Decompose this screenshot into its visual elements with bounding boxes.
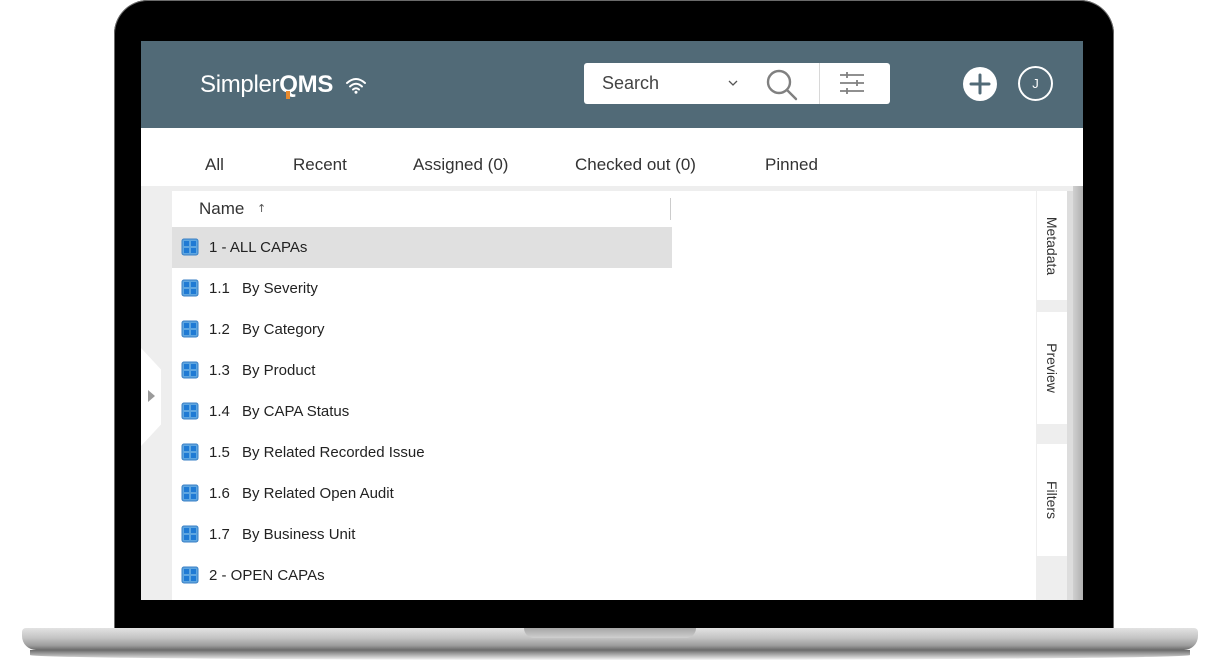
grid-view-icon [181,279,199,297]
list-item-number: 1.7 [209,526,230,543]
column-resize-handle[interactable] [670,198,671,220]
list-item-number: 1.2 [209,321,230,338]
list-item[interactable]: 1.5 By Related Recorded Issue [172,432,672,473]
column-header-name[interactable]: Name ↑ [172,191,672,227]
list-item[interactable]: 1.3 By Product [172,350,672,391]
list-item-label: By Business Unit [242,526,356,543]
tab-preview-label: Preview [1044,343,1060,393]
laptop-shadow [30,650,1190,660]
logo-text-light: Simpler [200,71,280,98]
view-list: 1 - ALL CAPAs 1.1 By Severity 1.2 By Cat… [172,227,672,596]
column-header-label: Name [199,199,245,218]
list-item-number: 1.3 [209,362,230,379]
plus-circle-icon [969,73,991,95]
avatar[interactable]: J [1018,66,1053,101]
list-item-label: By Product [242,362,316,379]
expand-arrow-icon[interactable] [148,390,155,402]
grid-view-icon [181,484,199,502]
list-item[interactable]: 1.7 By Business Unit [172,514,672,555]
sort-ascending-icon[interactable]: ↑ [257,202,266,215]
tab-metadata-label: Metadata [1044,216,1060,275]
sliders-icon[interactable] [839,71,865,95]
tab-metadata[interactable]: Metadata [1037,191,1067,300]
tab-preview[interactable]: Preview [1037,312,1067,424]
app-screen: Simpler QMS Search J All Recent Assigned… [141,41,1083,600]
view-tabs: All Recent Assigned (0) Checked out (0) … [141,128,1083,186]
list-item-label: By Related Recorded Issue [242,444,425,461]
right-pane-tabs: Metadata Preview Filters [1037,191,1067,600]
list-item[interactable]: 1.2 By Category [172,309,672,350]
grid-view-icon [181,443,199,461]
grid-view-icon [181,238,199,256]
list-item[interactable]: 2 - OPEN CAPAs [172,555,672,596]
search-box: Search [584,63,890,104]
tab-filters[interactable]: Filters [1037,444,1067,556]
list-item-label: 1 - ALL CAPAs [209,239,308,256]
list-item-label: By Related Open Audit [242,485,394,502]
list-item[interactable]: 1.6 By Related Open Audit [172,473,672,514]
logo-text-bold: QMS [279,71,334,99]
list-item-label: 2 - OPEN CAPAs [209,567,325,584]
list-item-number: 1.5 [209,444,230,461]
tab-all[interactable]: All [205,155,224,175]
add-button[interactable] [963,67,997,101]
list-item[interactable]: 1.4 By CAPA Status [172,391,672,432]
tab-filters-label: Filters [1044,480,1060,520]
tab-pinned[interactable]: Pinned [765,155,818,175]
grid-view-icon [181,402,199,420]
list-item-label: By CAPA Status [242,403,350,420]
wifi-icon [346,78,367,94]
search-divider [819,63,820,104]
search-input[interactable]: Search [602,73,659,94]
tab-assigned[interactable]: Assigned (0) [413,155,508,175]
list-item-label: By Category [242,321,325,338]
list-item[interactable]: 1 - ALL CAPAs [172,227,672,268]
logo[interactable]: Simpler QMS [200,71,367,99]
list-item-number: 1.6 [209,485,230,502]
screen-edge-shade [1073,186,1083,600]
grid-view-icon [181,320,199,338]
grid-view-icon [181,361,199,379]
list-item-number: 1.1 [209,280,230,297]
list-item[interactable]: 1.1 By Severity [172,268,672,309]
list-item-label: By Severity [242,280,318,297]
chevron-down-icon[interactable] [727,77,739,89]
content-area: Name ↑ 1 - ALL CAPAs 1.1 By Severity 1.2 [141,186,1083,600]
grid-view-icon [181,525,199,543]
tab-checked-out[interactable]: Checked out (0) [575,155,696,175]
list-item-number: 1.4 [209,403,230,420]
tab-recent[interactable]: Recent [293,155,347,175]
listing-panel: Name ↑ 1 - ALL CAPAs 1.1 By Severity 1.2 [172,191,1036,600]
grid-view-icon [181,566,199,584]
laptop-notch [524,628,696,638]
search-icon[interactable] [765,68,799,102]
top-bar: Simpler QMS Search J [141,41,1083,128]
